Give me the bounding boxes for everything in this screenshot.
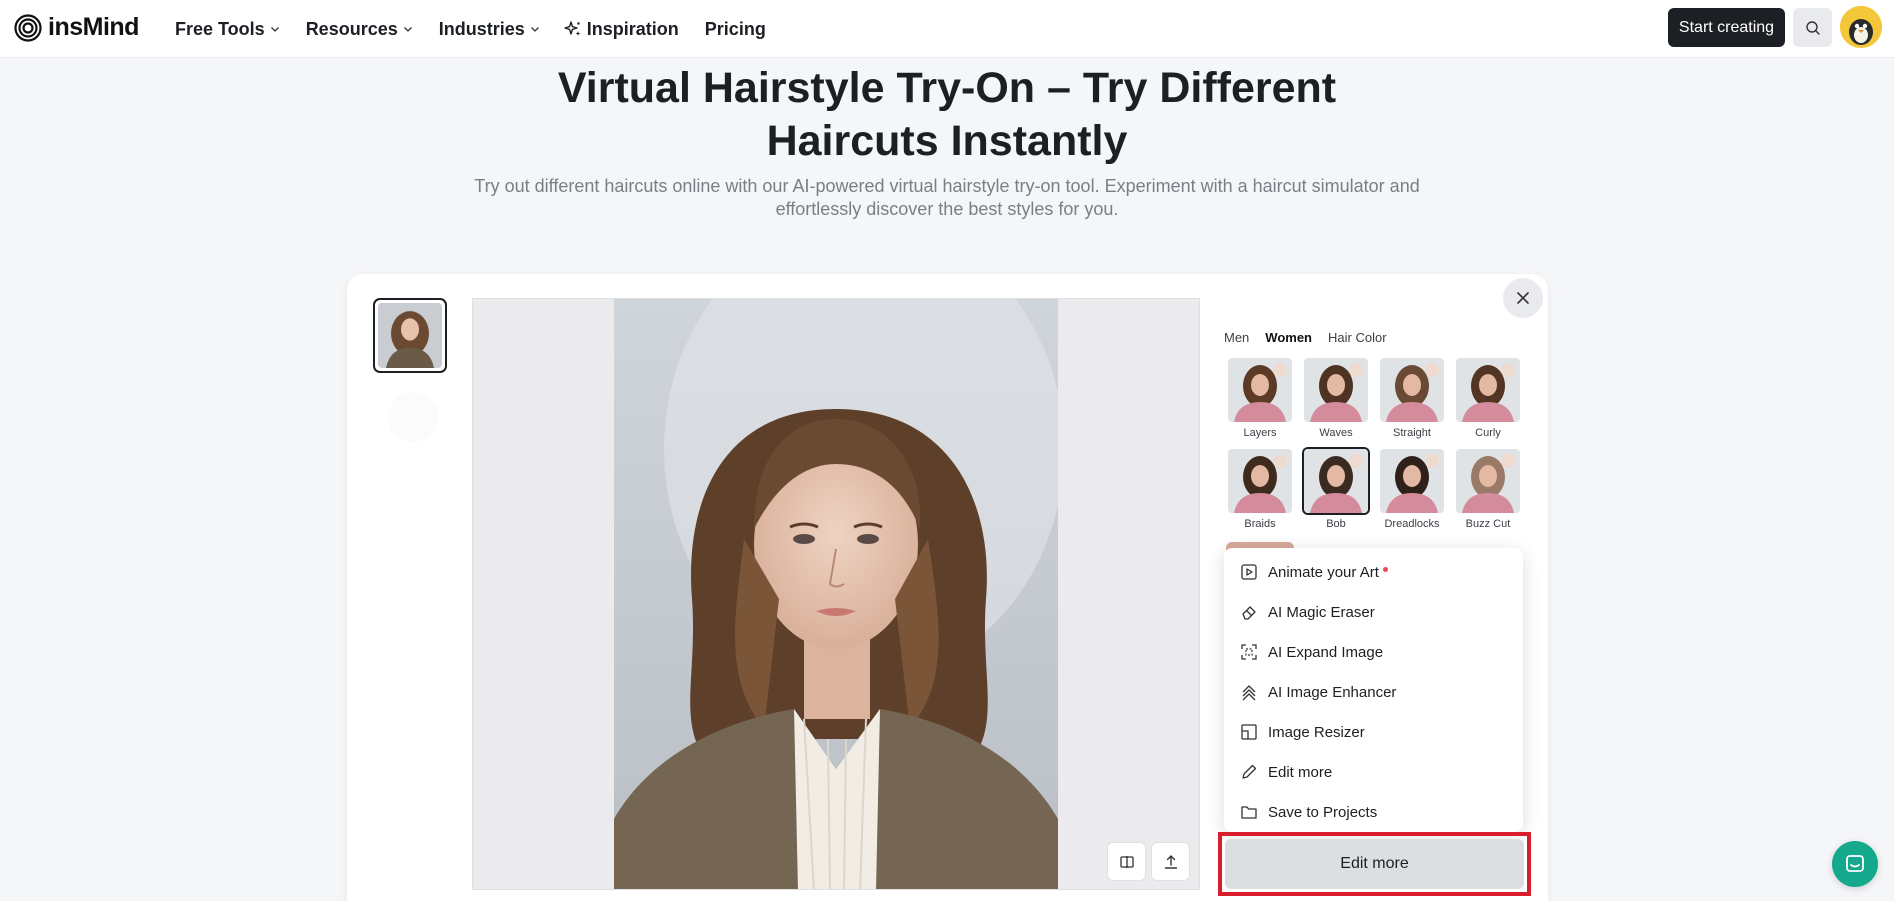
hairstyle-label: Braids [1244,518,1276,530]
expand-icon [1241,644,1257,660]
menu-item-label: AI Magic Eraser [1268,603,1375,621]
image-canvas [472,298,1200,890]
hairstyle-label: Layers [1243,427,1277,439]
hairstyle-option-dreadlocks[interactable]: Dreadlocks [1378,447,1446,532]
menu-item-label: AI Image Enhancer [1268,683,1397,701]
menu-item-label: Image Resizer [1268,723,1365,741]
top-navigation-bar: insMind Free Tools Resources Industries … [0,0,1894,58]
chevron-down-icon [403,27,412,32]
menu-item-edit-more[interactable]: Edit more [1224,752,1523,792]
search-icon [1805,20,1820,35]
page-title-line2: Haircuts Instantly [766,117,1128,165]
menu-item-ai-magic-eraser[interactable]: AI Magic Eraser [1224,592,1523,632]
menu-item-label: Animate your Art [1268,563,1379,581]
start-creating-button[interactable]: Start creating [1668,8,1785,47]
hairstyle-option-braids[interactable]: Braids [1226,447,1294,532]
hairstyle-label: Waves [1319,427,1353,439]
main-nav: Free Tools Resources Industries Inspirat… [175,0,766,58]
tab-hair-color[interactable]: Hair Color [1328,330,1387,345]
avatar-illustration [1840,6,1882,48]
page-title-line1: Virtual Hairstyle Try-On – Try Different [557,64,1337,112]
hairstyle-label: Dreadlocks [1384,518,1440,530]
hairstyle-label: Curly [1475,427,1501,439]
hairstyle-option-straight[interactable]: Straight [1378,356,1446,441]
resize-icon [1241,724,1257,740]
hairstyle-thumbnail [1454,356,1522,424]
menu-item-ai-expand-image[interactable]: AI Expand Image [1224,632,1523,672]
hairstyle-thumbnail [1226,356,1294,424]
pencil-icon [1242,764,1257,779]
edit-more-button[interactable]: Edit more [1225,839,1524,889]
chevron-down-icon [270,27,279,32]
hairstyle-option-layers[interactable]: Layers [1226,356,1294,441]
nav-free-tools[interactable]: Free Tools [175,19,280,40]
nav-resources-label: Resources [305,18,398,39]
page-subtitle-line1: Try out different haircuts online with o… [474,176,1420,196]
menu-item-animate-your-art[interactable]: Animate your Art [1224,552,1523,592]
nav-inspiration-label: Inspiration [586,18,679,39]
download-button[interactable] [1151,842,1190,881]
page-subtitle-line2: effortlessly discover the best styles fo… [775,199,1119,219]
hairstyle-option-waves[interactable]: Waves [1302,356,1370,441]
uploaded-thumbnail[interactable] [373,298,447,373]
nav-industries-label: Industries [438,18,525,39]
close-button[interactable] [1503,278,1543,318]
nav-industries[interactable]: Industries [439,19,540,40]
hairstyle-thumbnail [1302,447,1370,515]
close-icon [1517,292,1529,304]
hairstyle-option-curly[interactable]: Curly [1454,356,1522,441]
nav-inspiration[interactable]: Inspiration [564,19,679,40]
page-subtitle: Try out different haircuts online with o… [470,175,1424,221]
page-title: Virtual Hairstyle Try-On – Try Different… [0,62,1894,168]
nav-pricing-label: Pricing [704,18,766,39]
tab-women[interactable]: Women [1265,330,1312,345]
hairstyle-option-bob[interactable]: Bob [1302,447,1370,532]
nav-pricing[interactable]: Pricing [705,19,766,40]
search-button[interactable] [1793,8,1832,47]
hairstyle-thumbnail [1302,356,1370,424]
menu-item-label: Edit more [1268,763,1333,781]
nav-free-tools-label: Free Tools [175,18,265,39]
chat-support-button[interactable] [1832,841,1878,887]
hairstyle-thumbnail [1226,447,1294,515]
hairstyle-thumbnail [1378,356,1446,424]
menu-item-label: Save to Projects [1268,803,1378,821]
thumbnail-image [378,303,442,368]
hairstyle-label: Buzz Cut [1465,518,1511,530]
brand-logo[interactable]: insMind [14,13,139,42]
brand-name: insMind [48,13,139,41]
hairstyle-label: Straight [1393,427,1431,439]
hairstyle-grid: Layers Waves Straight Curly Braids Bob Dreadlo… [1226,356,1524,532]
eraser-icon [1242,606,1256,620]
hairstyle-label: Bob [1326,518,1346,530]
menu-item-save-to-projects[interactable]: Save to Projects [1224,792,1523,832]
upload-icon [1164,854,1177,869]
new-badge-dot [1382,566,1388,572]
hairstyle-option-buzz-cut[interactable]: Buzz Cut [1454,447,1522,532]
folder-icon [1241,806,1257,819]
animate-icon [1241,564,1257,580]
edit-more-menu: Animate your Art AI Magic Eraser AI Expa… [1224,548,1523,832]
chevron-down-icon [530,27,539,32]
menu-item-image-resizer[interactable]: Image Resizer [1224,712,1523,752]
compare-icon [1119,855,1134,868]
nav-resources[interactable]: Resources [306,19,413,40]
hairstyle-tabs: Men Women Hair Color [1224,330,1387,345]
add-image-placeholder[interactable] [388,392,438,442]
logo-icon [14,13,42,42]
sparkle-icon [564,21,581,36]
user-avatar[interactable] [1840,6,1882,48]
tab-men[interactable]: Men [1224,330,1249,345]
portrait-image [614,299,1058,889]
compare-button[interactable] [1107,842,1146,881]
chat-icon [1846,855,1864,872]
enhance-icon [1242,685,1256,701]
hairstyle-thumbnail [1378,447,1446,515]
menu-item-ai-image-enhancer[interactable]: AI Image Enhancer [1224,672,1523,712]
menu-item-label: AI Expand Image [1268,643,1384,661]
hairstyle-thumbnail [1454,447,1522,515]
